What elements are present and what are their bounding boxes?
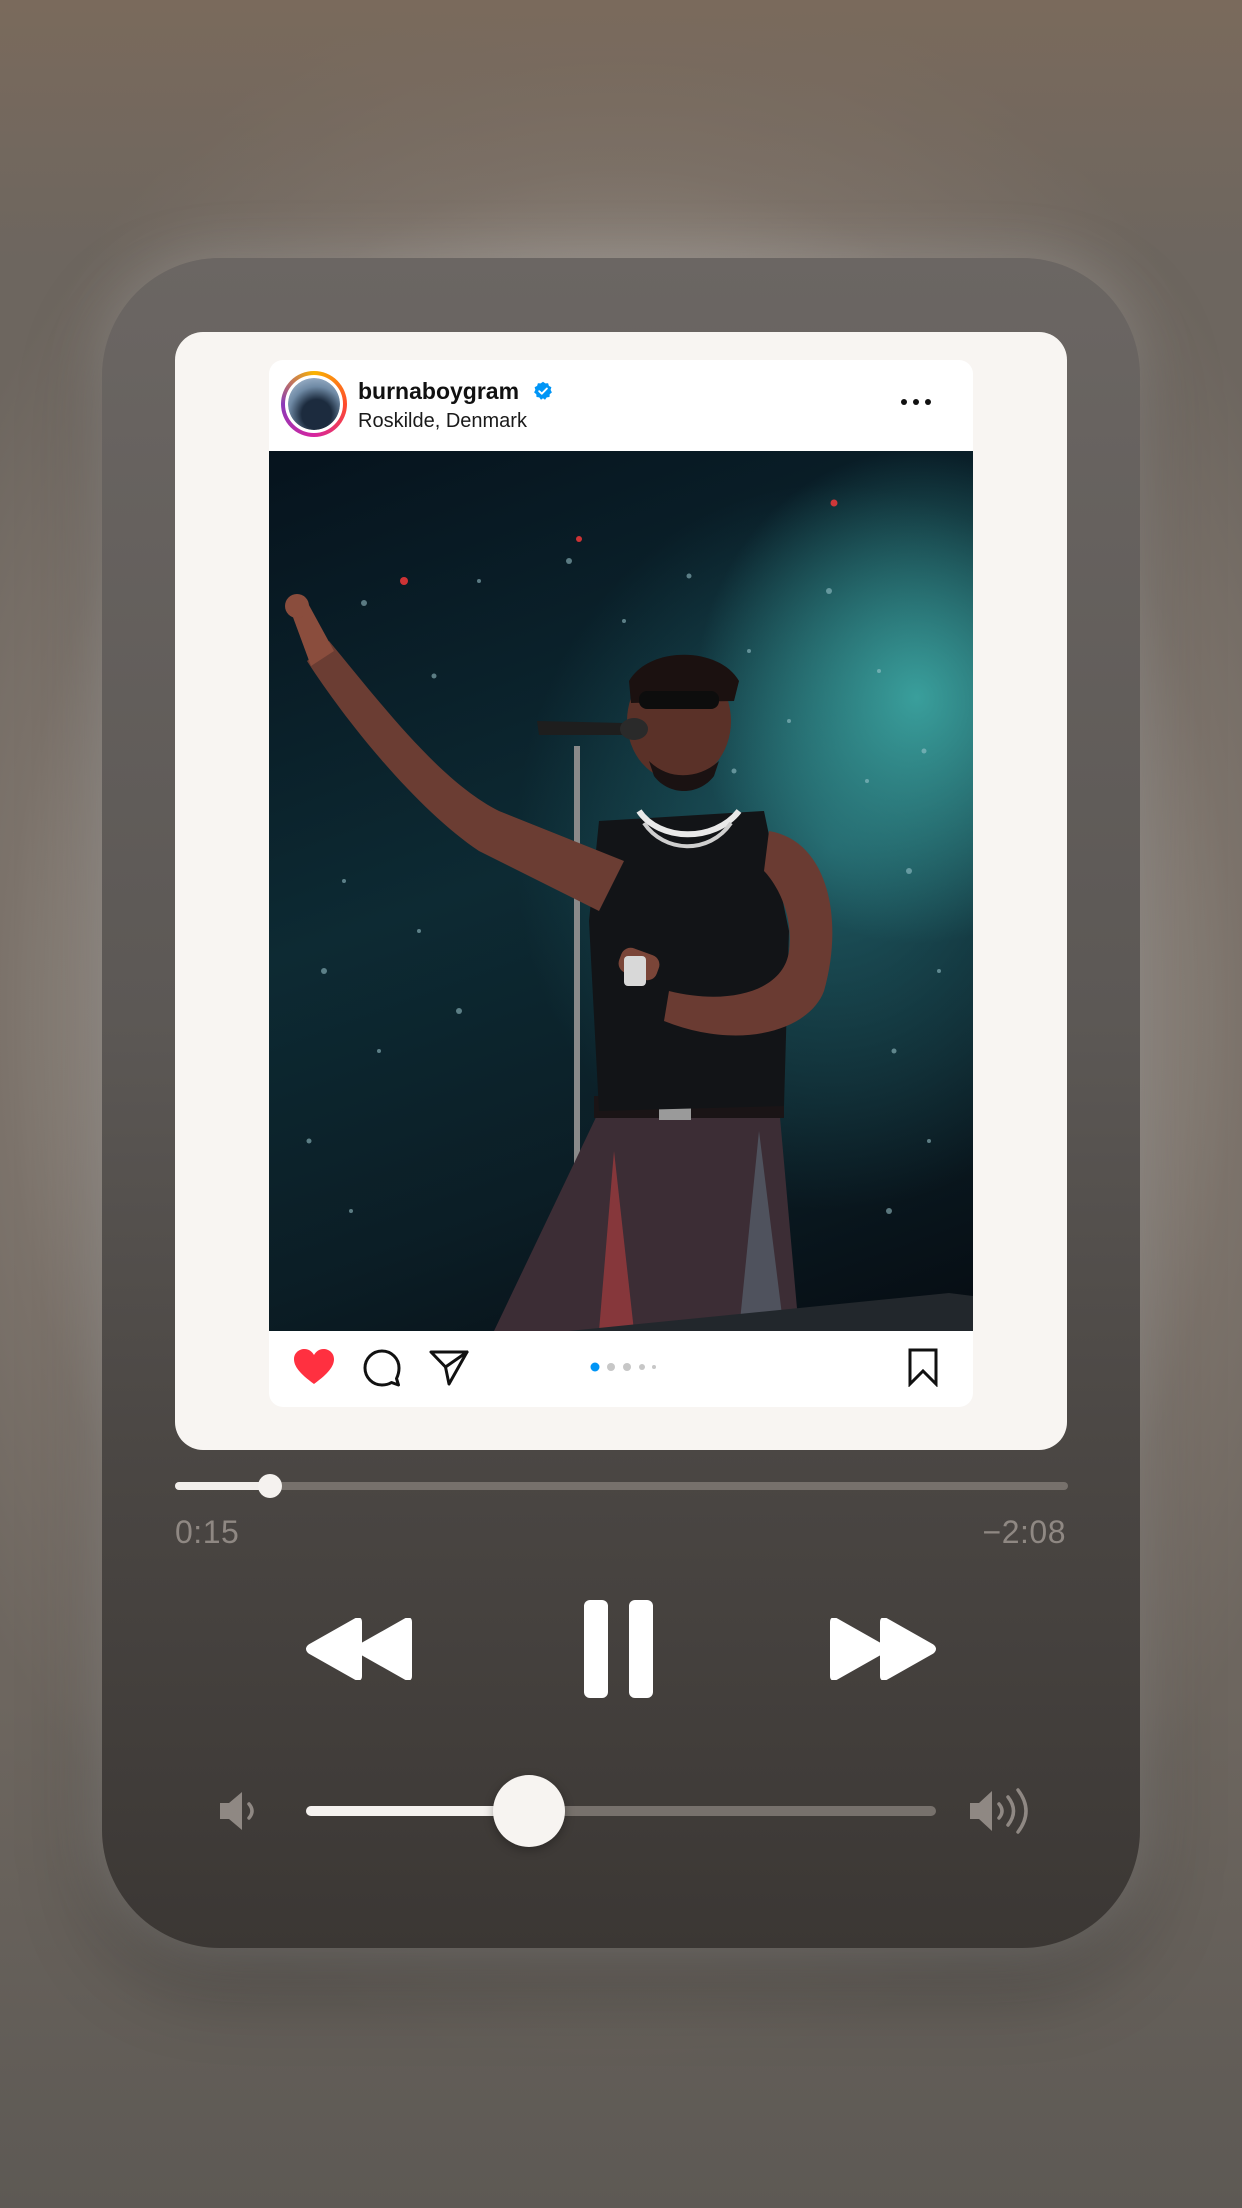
- avatar[interactable]: [285, 375, 343, 433]
- post-actions: [269, 1331, 973, 1407]
- volume-track[interactable]: [306, 1775, 936, 1847]
- pause-icon[interactable]: [584, 1600, 656, 1698]
- avatar-image: [288, 378, 340, 430]
- volume-low-icon: [220, 1792, 254, 1830]
- volume-high-icon: [970, 1788, 1028, 1834]
- more-options-icon[interactable]: [899, 392, 933, 412]
- comment-icon[interactable]: [363, 1349, 401, 1387]
- post-header: burnaboygram Roskilde, Denmark: [269, 360, 973, 450]
- verified-badge-icon: [534, 381, 552, 400]
- location[interactable]: Roskilde, Denmark: [358, 410, 527, 433]
- progress-fill: [175, 1482, 270, 1490]
- post-photo[interactable]: [269, 451, 973, 1336]
- progress-knob[interactable]: [257, 1474, 282, 1498]
- volume-knob[interactable]: [493, 1775, 566, 1847]
- performer-sunglasses: [639, 691, 719, 709]
- remaining-time: −2:08: [982, 1514, 1066, 1550]
- progress-track[interactable]: [175, 1474, 1068, 1498]
- carousel-indicator: [590, 1362, 656, 1372]
- heart-icon[interactable]: [293, 1348, 335, 1386]
- fast-forward-icon[interactable]: [828, 1618, 936, 1680]
- performer-illustration: [285, 499, 973, 1336]
- send-icon[interactable]: [429, 1349, 469, 1387]
- elapsed-time: 0:15: [175, 1514, 240, 1550]
- background-top-shade: [0, 0, 1242, 260]
- rewind-icon[interactable]: [306, 1618, 414, 1680]
- instagram-post: burnaboygram Roskilde, Denmark: [269, 360, 973, 1407]
- story-ring[interactable]: [281, 371, 347, 437]
- username[interactable]: burnaboygram: [358, 378, 519, 405]
- bookmark-icon[interactable]: [907, 1347, 939, 1387]
- microphone: [537, 721, 629, 735]
